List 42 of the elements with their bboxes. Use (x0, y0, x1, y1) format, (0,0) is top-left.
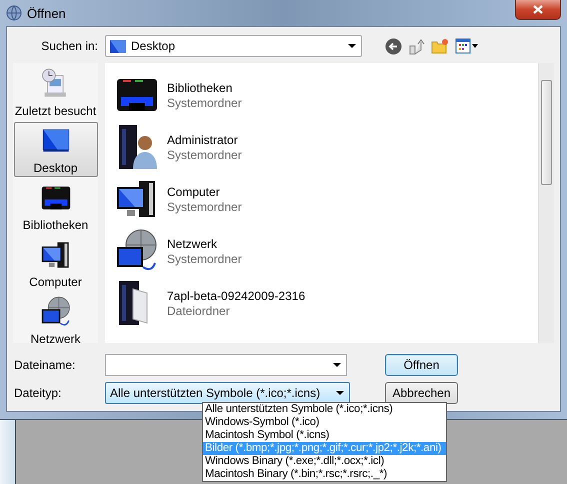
file-name[interactable]: 7apl-beta-09242009-2316 (167, 288, 306, 302)
places-item[interactable]: Desktop (14, 122, 98, 177)
view-menu-icon[interactable] (455, 38, 479, 54)
file-type: Systemordner (167, 96, 242, 110)
file-type-dropdown[interactable]: Alle unterstützten Symbole (*.ico;*.icns) (105, 382, 350, 404)
cancel-button[interactable]: Abbrechen (385, 382, 458, 404)
window-title: Öffnen (27, 6, 66, 20)
look-in-label: Suchen in: (40, 39, 98, 53)
screen-icon (110, 40, 126, 52)
dropdown-arrow-icon (348, 44, 356, 48)
file-type: Systemordner (167, 148, 242, 162)
places-item[interactable]: Bibliotheken (14, 179, 98, 234)
dropdown-arrow-icon (336, 391, 344, 395)
places-label: Zuletzt besucht (14, 104, 96, 118)
places-label: Netzwerk (30, 332, 80, 343)
globe-icon (6, 5, 22, 21)
file-name[interactable]: Computer (167, 184, 242, 198)
file-type: Systemordner (167, 252, 242, 266)
file-type: Dateiordner (167, 304, 231, 318)
file-name[interactable]: Netzwerk (167, 236, 242, 250)
look-in-dropdown[interactable]: Desktop (105, 35, 362, 57)
dropdown-arrow-icon (333, 363, 341, 367)
places-label: Desktop (33, 161, 78, 175)
scrollbar[interactable] (538, 63, 554, 343)
places-item[interactable]: Zuletzt besucht (14, 65, 98, 120)
file-name[interactable]: Bibliotheken (167, 80, 242, 94)
close-button[interactable] (515, 0, 561, 20)
file-type: Systemordner (167, 200, 242, 214)
file-name[interactable]: Administrator (167, 132, 242, 146)
places-item[interactable]: Computer (14, 236, 98, 291)
places-label: Computer (29, 275, 82, 289)
close-icon (533, 5, 543, 14)
open-button[interactable]: Öffnen (385, 354, 458, 376)
window-edge (0, 420, 16, 484)
file-name-label: Dateiname: (13, 358, 76, 372)
places-label: Bibliotheken (22, 218, 88, 232)
places-item[interactable]: Netzwerk (14, 293, 98, 343)
file-name-field[interactable] (105, 354, 347, 376)
file-type-label: Dateityp: (13, 386, 62, 400)
scrollbar-thumb[interactable] (541, 80, 552, 185)
up-folder-icon[interactable] (408, 38, 425, 54)
new-folder-icon[interactable] (431, 38, 449, 54)
